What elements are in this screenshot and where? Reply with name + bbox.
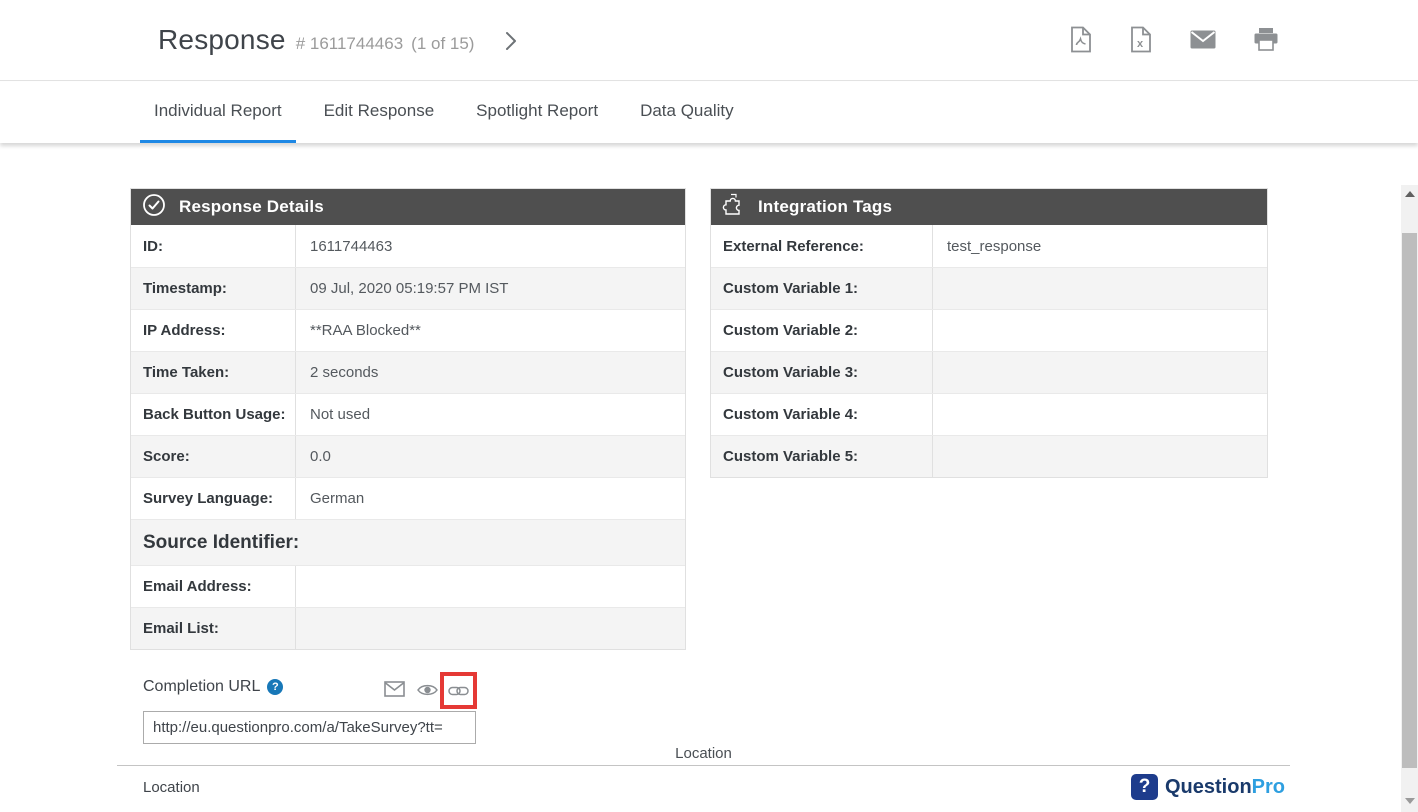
scrollbar-down-arrow[interactable]	[1401, 792, 1418, 809]
questionpro-logo-text: QuestionPro	[1165, 776, 1285, 799]
row-value: 1611744463	[296, 238, 392, 255]
tab-edit-response[interactable]: Edit Response	[310, 82, 449, 143]
integration-tags-header: Integration Tags	[711, 189, 1267, 225]
row-value: Not used	[296, 406, 370, 423]
location-section-heading: Location	[117, 745, 1290, 762]
table-row: Email Address:	[131, 565, 685, 607]
row-label: ID:	[131, 225, 296, 267]
row-label: Score:	[131, 436, 296, 477]
scrollbar-up-arrow[interactable]	[1401, 185, 1418, 202]
copy-link-icon[interactable]	[448, 685, 469, 697]
row-label: Time Taken:	[131, 352, 296, 393]
response-id-text: # 1611744463	[296, 34, 403, 54]
header-actions: x	[1070, 26, 1278, 53]
row-label: Timestamp:	[131, 268, 296, 309]
print-icon[interactable]	[1254, 28, 1278, 51]
email-response-icon[interactable]	[1190, 30, 1216, 49]
check-circle-icon	[142, 193, 166, 222]
table-row: Time Taken: 2 seconds	[131, 351, 685, 393]
table-row: Timestamp: 09 Jul, 2020 05:19:57 PM IST	[131, 267, 685, 309]
table-row: Custom Variable 5:	[711, 435, 1267, 477]
export-excel-icon[interactable]: x	[1130, 26, 1152, 53]
row-label: Custom Variable 5:	[711, 436, 933, 477]
completion-url-label: Completion URL	[143, 678, 260, 696]
row-label: Survey Language:	[131, 478, 296, 519]
table-row: Custom Variable 1:	[711, 267, 1267, 309]
integration-tags-table: Integration Tags External Reference: tes…	[710, 188, 1268, 478]
annotation-highlight-box	[440, 672, 477, 709]
row-label: Custom Variable 2:	[711, 310, 933, 351]
scrollbar-thumb[interactable]	[1402, 233, 1417, 768]
questionpro-logo[interactable]: ? QuestionPro	[1131, 774, 1285, 800]
tab-individual-report[interactable]: Individual Report	[140, 82, 296, 143]
integration-tags-title: Integration Tags	[758, 197, 892, 217]
questionpro-logo-mark-icon: ?	[1131, 774, 1158, 800]
table-row: External Reference: test_response	[711, 225, 1267, 267]
row-label: Email Address:	[131, 566, 296, 607]
table-row: Email List:	[131, 607, 685, 649]
row-label: IP Address:	[131, 310, 296, 351]
location-footer-heading: Location	[143, 779, 200, 796]
send-url-mail-icon[interactable]	[384, 681, 405, 697]
table-row: Survey Language: German	[131, 477, 685, 519]
row-value: 2 seconds	[296, 364, 378, 381]
next-response-chevron-icon[interactable]	[504, 31, 518, 56]
row-label: Email List:	[131, 608, 296, 649]
response-details-title: Response Details	[179, 197, 324, 217]
response-position-text: (1 of 15)	[411, 34, 474, 54]
row-label: External Reference:	[711, 225, 933, 267]
response-details-header: Response Details	[131, 189, 685, 225]
tab-spotlight-report[interactable]: Spotlight Report	[462, 82, 612, 143]
table-row: Score: 0.0	[131, 435, 685, 477]
row-value: German	[296, 490, 364, 507]
table-row: Back Button Usage: Not used	[131, 393, 685, 435]
response-details-table: Response Details ID: 1611744463 Timestam…	[130, 188, 686, 650]
table-row: ID: 1611744463	[131, 225, 685, 267]
row-label: Custom Variable 1:	[711, 268, 933, 309]
page-title: Response	[158, 24, 286, 56]
logo-text-primary: Question	[1165, 776, 1252, 798]
completion-url-input[interactable]	[143, 711, 476, 744]
puzzle-icon	[722, 193, 745, 221]
export-pdf-icon[interactable]	[1070, 26, 1092, 53]
row-value: 09 Jul, 2020 05:19:57 PM IST	[296, 280, 508, 297]
section-divider	[117, 765, 1290, 766]
tab-data-quality[interactable]: Data Quality	[626, 82, 748, 143]
logo-text-accent: Pro	[1252, 776, 1285, 798]
table-row: Custom Variable 4:	[711, 393, 1267, 435]
row-label: Back Button Usage:	[131, 394, 296, 435]
vertical-scrollbar[interactable]	[1401, 185, 1418, 812]
tab-bar: Individual Report Edit Response Spotligh…	[0, 82, 1418, 143]
row-label: Custom Variable 3:	[711, 352, 933, 393]
completion-url-group: Completion URL ?	[143, 678, 283, 696]
table-row: IP Address: **RAA Blocked**	[131, 309, 685, 351]
row-label: Custom Variable 4:	[711, 394, 933, 435]
response-viewer-screen: Response # 1611744463 (1 of 15) x	[0, 0, 1418, 812]
help-icon[interactable]: ?	[267, 679, 283, 695]
table-row: Custom Variable 2:	[711, 309, 1267, 351]
row-value: 0.0	[296, 448, 331, 465]
preview-url-eye-icon[interactable]	[417, 683, 438, 697]
title-group: Response # 1611744463 (1 of 15)	[158, 24, 474, 56]
svg-text:x: x	[1137, 38, 1144, 50]
source-identifier-section-header: Source Identifier:	[131, 519, 685, 565]
row-value: **RAA Blocked**	[296, 322, 421, 339]
top-header: Response # 1611744463 (1 of 15) x	[0, 0, 1418, 81]
tabs: Individual Report Edit Response Spotligh…	[140, 82, 748, 143]
row-value: test_response	[933, 238, 1041, 255]
table-row: Custom Variable 3:	[711, 351, 1267, 393]
